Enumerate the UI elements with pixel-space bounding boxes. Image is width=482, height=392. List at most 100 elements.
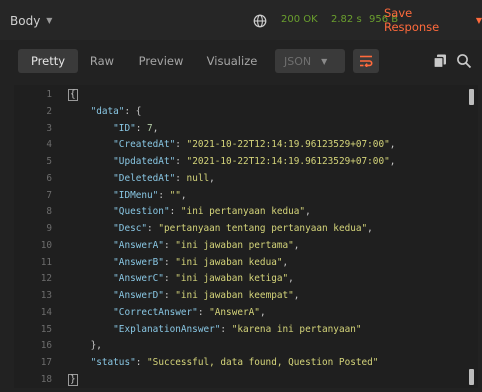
code-token: : bbox=[163, 256, 176, 268]
chevron-down-icon: ▼ bbox=[46, 16, 53, 25]
tab-raw[interactable]: Raw bbox=[84, 49, 120, 73]
code-token: "Desc" bbox=[113, 223, 148, 234]
code-line[interactable]: "ExplanationAnswer": "karena ini pertany… bbox=[68, 323, 361, 336]
code-line[interactable]: "UpdatedAt": "2021-10-22T12:14:19.961235… bbox=[68, 156, 395, 168]
code-token: }, bbox=[90, 340, 102, 352]
code-line[interactable]: "CorrectAnswer": "AnswerA", bbox=[68, 306, 265, 319]
code-token: "UpdatedAt" bbox=[113, 156, 176, 167]
code-token: , bbox=[305, 206, 311, 218]
code-token: , bbox=[389, 139, 396, 151]
line-number: 7 bbox=[46, 189, 52, 201]
code-token: , bbox=[389, 156, 396, 167]
code-line[interactable]: "DeletedAt": null, bbox=[68, 173, 215, 185]
code-token: : bbox=[197, 306, 210, 318]
code-token: , bbox=[293, 290, 300, 301]
code-token: "AnswerD" bbox=[113, 290, 164, 301]
line-number-gutter: 1 2 3 4 5 6 7 8 9 10 11 12 13 14 15 16 17 18 bbox=[14, 85, 62, 388]
response-status-bar: Body ▼ 200 OK 2.82 s 956 B Save Response… bbox=[0, 0, 482, 40]
line-number: 11 bbox=[40, 256, 52, 268]
tab-preview[interactable]: Preview bbox=[134, 49, 188, 73]
line-number: 6 bbox=[46, 172, 52, 184]
code-token: : bbox=[175, 139, 187, 151]
vertical-scrollbar-thumb-bottom[interactable] bbox=[469, 369, 474, 385]
code-line[interactable]: "Question": "ini pertanyaan kedua", bbox=[68, 206, 311, 218]
code-token: "Question" bbox=[113, 206, 170, 218]
code-token: "ini jawaban ketiga" bbox=[175, 273, 289, 285]
code-token: null bbox=[186, 172, 210, 184]
code-token: : bbox=[220, 323, 232, 335]
code-token: "" bbox=[169, 189, 181, 201]
wrap-lines-button[interactable] bbox=[353, 49, 379, 73]
code-token: : bbox=[135, 357, 148, 368]
code-token: "ID" bbox=[113, 122, 136, 134]
code-token: "CorrectAnswer" bbox=[113, 306, 198, 318]
code-line[interactable]: "status": "Successful, data found, Quest… bbox=[68, 357, 379, 369]
line-number: 3 bbox=[46, 122, 52, 134]
code-token: , bbox=[367, 223, 373, 234]
tab-pretty[interactable]: Pretty bbox=[18, 49, 78, 73]
line-number: 8 bbox=[46, 206, 52, 218]
code-line[interactable]: { bbox=[68, 89, 78, 101]
code-token: , bbox=[293, 239, 300, 251]
code-line[interactable]: "AnswerC": "ini jawaban ketiga", bbox=[68, 273, 294, 285]
save-response-button[interactable]: Save Response ▼ bbox=[384, 6, 482, 34]
response-time[interactable]: 2.82 s bbox=[331, 14, 362, 25]
code-token: } bbox=[68, 373, 78, 386]
line-number: 10 bbox=[40, 239, 52, 251]
code-line[interactable]: "AnswerB": "ini jawaban kedua", bbox=[68, 257, 288, 269]
tab-visualize[interactable]: Visualize bbox=[202, 49, 262, 73]
code-lines: { "data": { "ID": 7, "CreatedAt": "2021-… bbox=[68, 85, 466, 388]
code-line[interactable]: "ID": 7, bbox=[68, 123, 158, 135]
code-line[interactable]: "Desc": "pertanyaan tentang pertanyaan k… bbox=[68, 223, 373, 235]
code-token: "ini pertanyaan kedua" bbox=[180, 206, 306, 218]
code-token: : bbox=[169, 206, 181, 218]
code-line[interactable]: } bbox=[68, 373, 78, 386]
body-label: Body bbox=[10, 14, 41, 28]
code-token: : bbox=[135, 122, 148, 134]
format-select[interactable]: JSON ▼ bbox=[275, 49, 345, 73]
code-token: "data" bbox=[90, 105, 125, 117]
line-number: 13 bbox=[40, 290, 52, 301]
code-line[interactable]: "AnswerD": "ini jawaban keempat", bbox=[68, 290, 299, 302]
code-line[interactable]: "IDMenu": "", bbox=[68, 189, 186, 202]
line-number: 16 bbox=[40, 340, 52, 352]
line-number: 1 bbox=[46, 89, 52, 100]
code-line[interactable]: }, bbox=[68, 340, 102, 352]
copy-icon[interactable] bbox=[432, 53, 448, 69]
code-token: "ExplanationAnswer" bbox=[113, 323, 221, 335]
body-dropdown[interactable]: Body ▼ bbox=[10, 12, 52, 30]
line-number: 14 bbox=[40, 306, 52, 318]
code-token: "CreatedAt" bbox=[113, 139, 176, 151]
code-line[interactable]: "AnswerA": "ini jawaban pertama", bbox=[68, 240, 299, 252]
response-toolbar: Pretty Raw Preview Visualize JSON ▼ bbox=[0, 40, 482, 82]
code-token: "IDMenu" bbox=[113, 189, 159, 201]
status-code[interactable]: 200 OK bbox=[281, 14, 318, 25]
code-token: "status" bbox=[90, 357, 136, 368]
code-line[interactable]: "CreatedAt": "2021-10-22T12:14:19.961235… bbox=[68, 139, 395, 151]
globe-icon[interactable] bbox=[253, 14, 267, 28]
code-token: "ini jawaban pertama" bbox=[175, 239, 294, 251]
code-token: "AnswerA" bbox=[209, 306, 260, 318]
vertical-scrollbar-thumb[interactable] bbox=[469, 89, 474, 105]
response-body-editor[interactable]: 1 2 3 4 5 6 7 8 9 10 11 12 13 14 15 16 17 18 { "data": { … bbox=[14, 85, 478, 388]
code-token: "DeletedAt" bbox=[113, 172, 176, 184]
line-number: 9 bbox=[46, 223, 52, 234]
line-number: 15 bbox=[40, 323, 52, 335]
search-icon[interactable] bbox=[456, 53, 472, 69]
code-token: : bbox=[163, 239, 176, 251]
code-token: "AnswerC" bbox=[113, 273, 164, 285]
code-token: , bbox=[152, 122, 159, 134]
code-token: "ini jawaban kedua" bbox=[175, 256, 283, 268]
code-line[interactable]: "data": { bbox=[68, 105, 142, 118]
